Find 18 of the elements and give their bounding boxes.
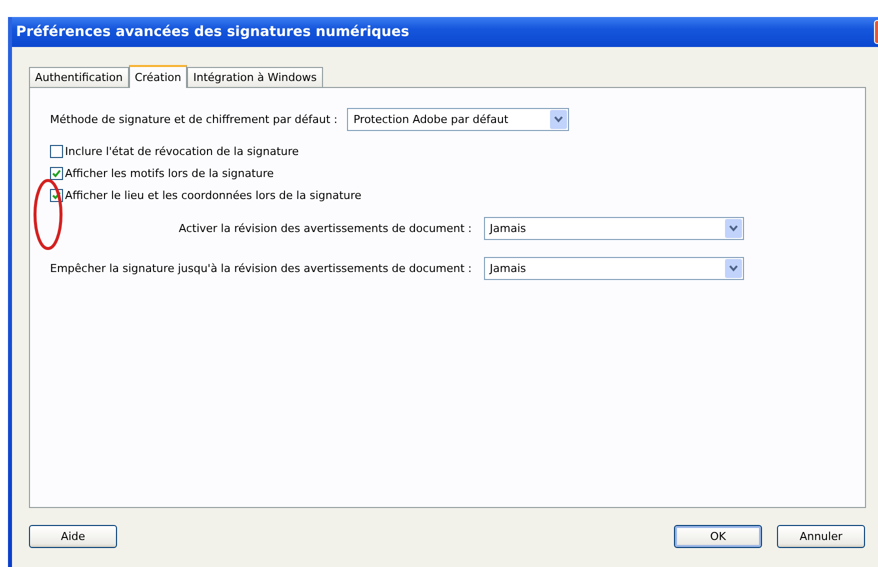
tab[interactable]: Intégration à Windows (187, 67, 323, 87)
checkbox[interactable] (50, 167, 63, 180)
dropdown[interactable]: Jamais (484, 257, 744, 280)
checkbox-label: Afficher les motifs lors de la signature (65, 167, 274, 180)
tab[interactable]: Authentification (29, 67, 129, 87)
tab[interactable]: Création (128, 65, 188, 88)
dialog-button[interactable]: Aide (29, 525, 117, 548)
dialog-button[interactable]: OK (674, 525, 762, 548)
method-label: Méthode de signature et de chiffrement par défaut : (50, 113, 338, 126)
window-title: Préférences avancées des signatures numériques (16, 24, 410, 40)
checkbox[interactable] (50, 145, 63, 158)
dropdown[interactable]: Jamais (484, 217, 744, 240)
dropdown-label: Activer la révision des avertissements de document : (178, 222, 472, 235)
dropdown-label: Empêcher la signature jusqu'à la révision des avertissements de document : (50, 262, 472, 275)
dialog-button[interactable]: Annuler (777, 525, 865, 548)
method-dropdown[interactable]: Protection Adobe par défaut (347, 108, 570, 131)
checkbox-label: Afficher le lieu et les coordonnées lors de la signature (65, 189, 362, 202)
checkbox-label: Inclure l'état de révocation de la signature (65, 145, 299, 158)
